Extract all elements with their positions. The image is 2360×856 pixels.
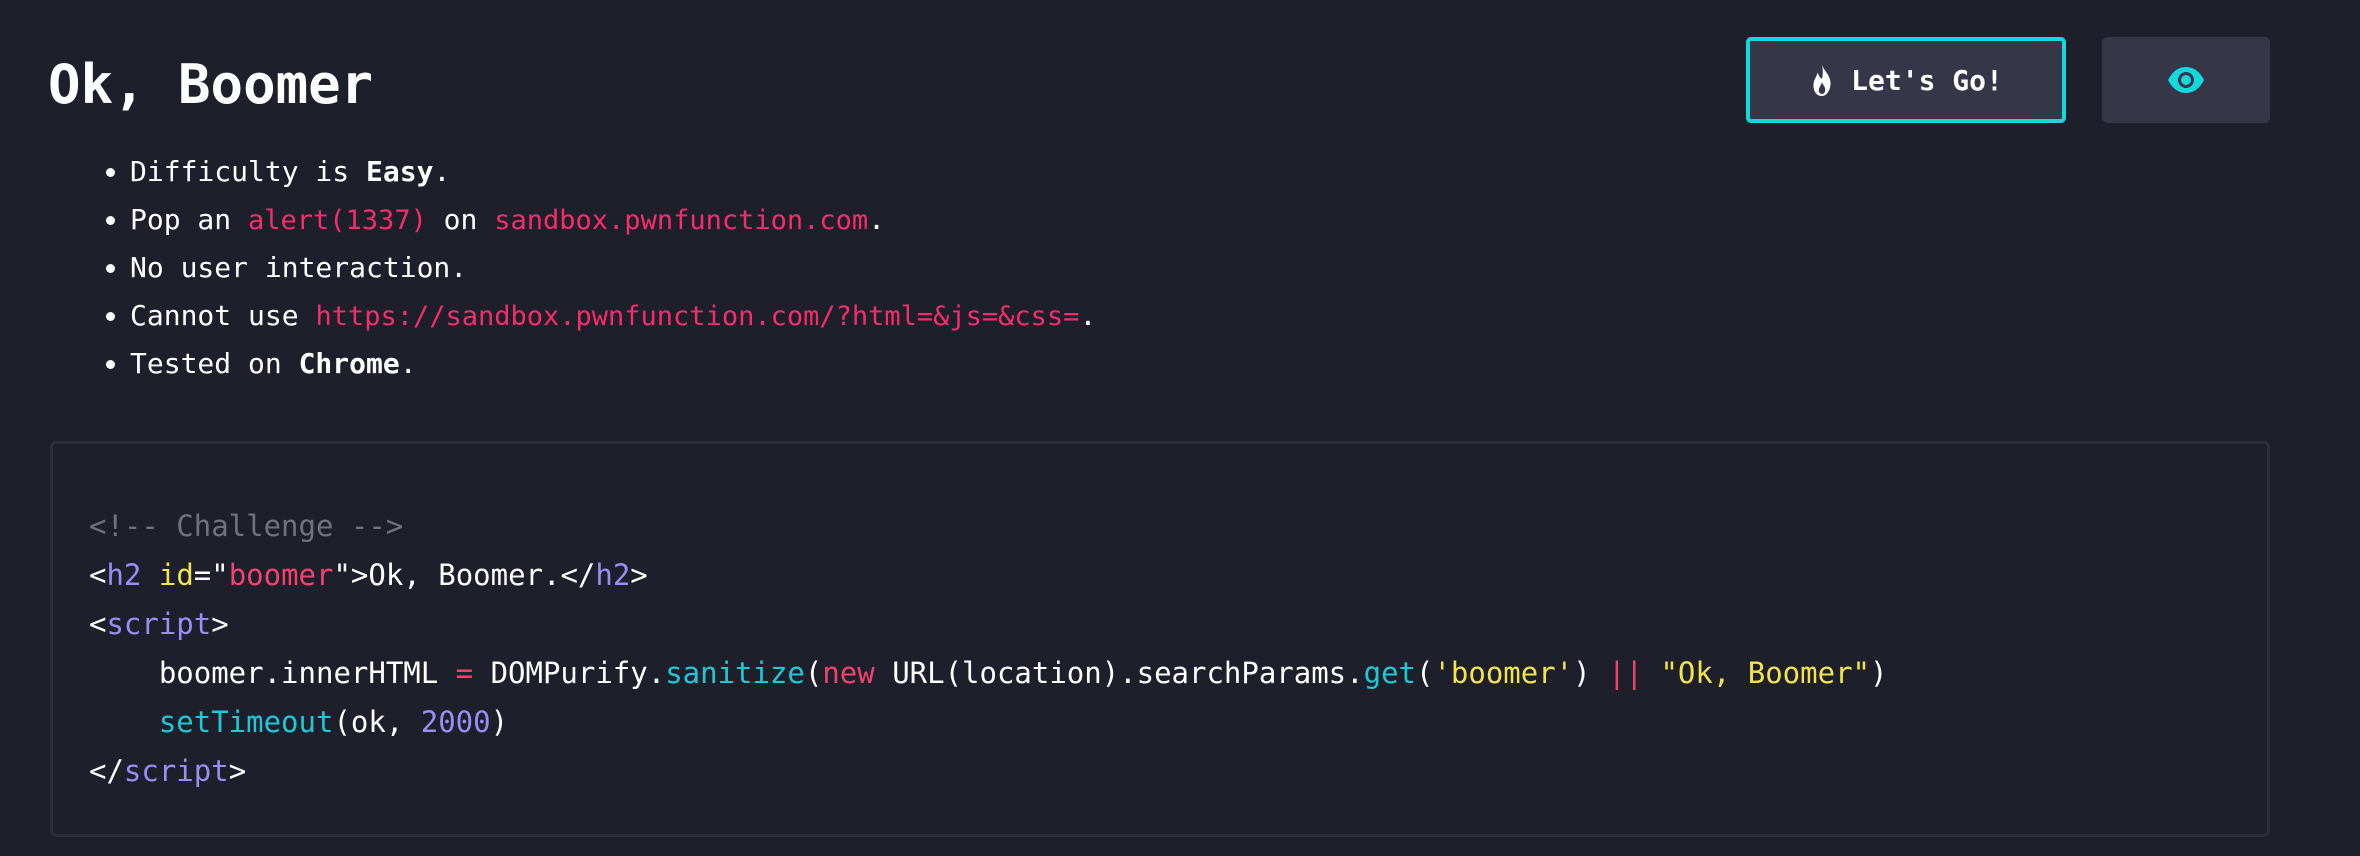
page-title: Ok, Boomer (48, 53, 374, 116)
lets-go-label: Let's Go! (1851, 63, 2003, 97)
code-line-5: setTimeout(ok, 2000) (158, 705, 509, 739)
sandbox-domain: sandbox.pwnfunction.com (494, 205, 869, 236)
rule-difficulty: Difficulty is Easy. (130, 148, 1096, 196)
forbidden-url: https://sandbox.pwnfunction.com/?html=&j… (315, 301, 1080, 332)
rule-cannot-use: Cannot use https://sandbox.pwnfunction.c… (130, 292, 1096, 340)
code-line-6: </script> (89, 754, 247, 788)
rules-list: Difficulty is Easy. Pop an alert(1337) o… (100, 148, 1096, 388)
challenge-code-block: <!-- Challenge --> <h2 id="boomer">Ok, B… (50, 441, 2270, 837)
code-line-4: boomer.innerHTML = DOMPurify.sanitize(ne… (158, 656, 1888, 690)
rule-tested-on: Tested on Chrome. (130, 340, 1096, 388)
rule-pop-alert: Pop an alert(1337) on sandbox.pwnfunctio… (130, 196, 1096, 244)
code-line-2: <h2 id="boomer">Ok, Boomer.</h2> (89, 558, 648, 592)
difficulty-value: Easy (366, 155, 434, 188)
alert-code: alert(1337) (248, 205, 427, 236)
code-line-1: <!-- Challenge --> (89, 509, 404, 543)
browser-value: Chrome (298, 347, 400, 380)
eye-icon (2168, 67, 2204, 93)
flame-icon (1813, 64, 1831, 96)
rule-no-interaction: No user interaction. (130, 244, 1096, 292)
code-listing: <!-- Challenge --> <h2 id="boomer">Ok, B… (89, 502, 1887, 796)
code-line-3: <script> (89, 607, 229, 641)
lets-go-button[interactable]: Let's Go! (1746, 37, 2066, 123)
view-source-button[interactable] (2102, 37, 2270, 123)
